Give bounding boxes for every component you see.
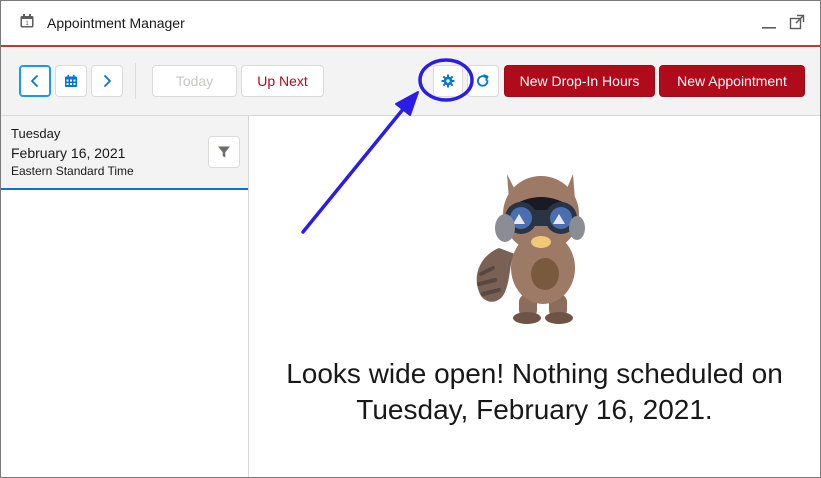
popout-icon[interactable] bbox=[788, 13, 806, 31]
empty-state-line-2: Tuesday, February 16, 2021. bbox=[356, 394, 713, 425]
empty-state-line-1: Looks wide open! Nothing scheduled on bbox=[286, 358, 783, 389]
next-day-button[interactable] bbox=[91, 65, 123, 97]
today-button[interactable]: Today bbox=[152, 65, 237, 97]
selected-date: February 16, 2021 bbox=[11, 145, 126, 161]
app-window: 1 Appointment Manager Today Up Next New … bbox=[0, 0, 821, 478]
chevron-left-icon bbox=[28, 74, 42, 88]
calendar-icon bbox=[64, 74, 78, 88]
refresh-button[interactable] bbox=[467, 65, 499, 97]
schedule-panel: Looks wide open! Nothing scheduled on Tu… bbox=[249, 116, 820, 477]
calendar-picker-button[interactable] bbox=[55, 65, 87, 97]
empty-state-message: Looks wide open! Nothing scheduled on Tu… bbox=[249, 356, 820, 428]
settings-button[interactable] bbox=[433, 65, 463, 97]
raccoon-mascot-illustration bbox=[469, 156, 609, 326]
new-drop-in-hours-button[interactable]: New Drop-In Hours bbox=[504, 65, 655, 97]
previous-day-button[interactable] bbox=[19, 65, 51, 97]
gear-icon bbox=[441, 74, 455, 88]
refresh-icon bbox=[475, 73, 491, 89]
up-next-button[interactable]: Up Next bbox=[241, 65, 324, 97]
selected-date-header: Tuesday February 16, 2021 Eastern Standa… bbox=[1, 116, 248, 190]
toolbar: Today Up Next New Drop-In Hours New Appo… bbox=[1, 47, 820, 116]
date-sidebar: Tuesday February 16, 2021 Eastern Standa… bbox=[1, 116, 249, 477]
new-appointment-button[interactable]: New Appointment bbox=[659, 65, 805, 97]
selected-day: Tuesday bbox=[11, 126, 61, 141]
minimize-icon[interactable] bbox=[760, 13, 778, 31]
toolbar-divider bbox=[135, 63, 136, 99]
filter-icon bbox=[217, 145, 231, 159]
timezone-label: Eastern Standard Time bbox=[11, 164, 134, 178]
calendar-icon: 1 bbox=[20, 14, 34, 28]
filter-button[interactable] bbox=[208, 136, 240, 168]
window-header: 1 Appointment Manager bbox=[1, 1, 820, 47]
window-title: Appointment Manager bbox=[47, 15, 185, 31]
chevron-right-icon bbox=[100, 74, 114, 88]
